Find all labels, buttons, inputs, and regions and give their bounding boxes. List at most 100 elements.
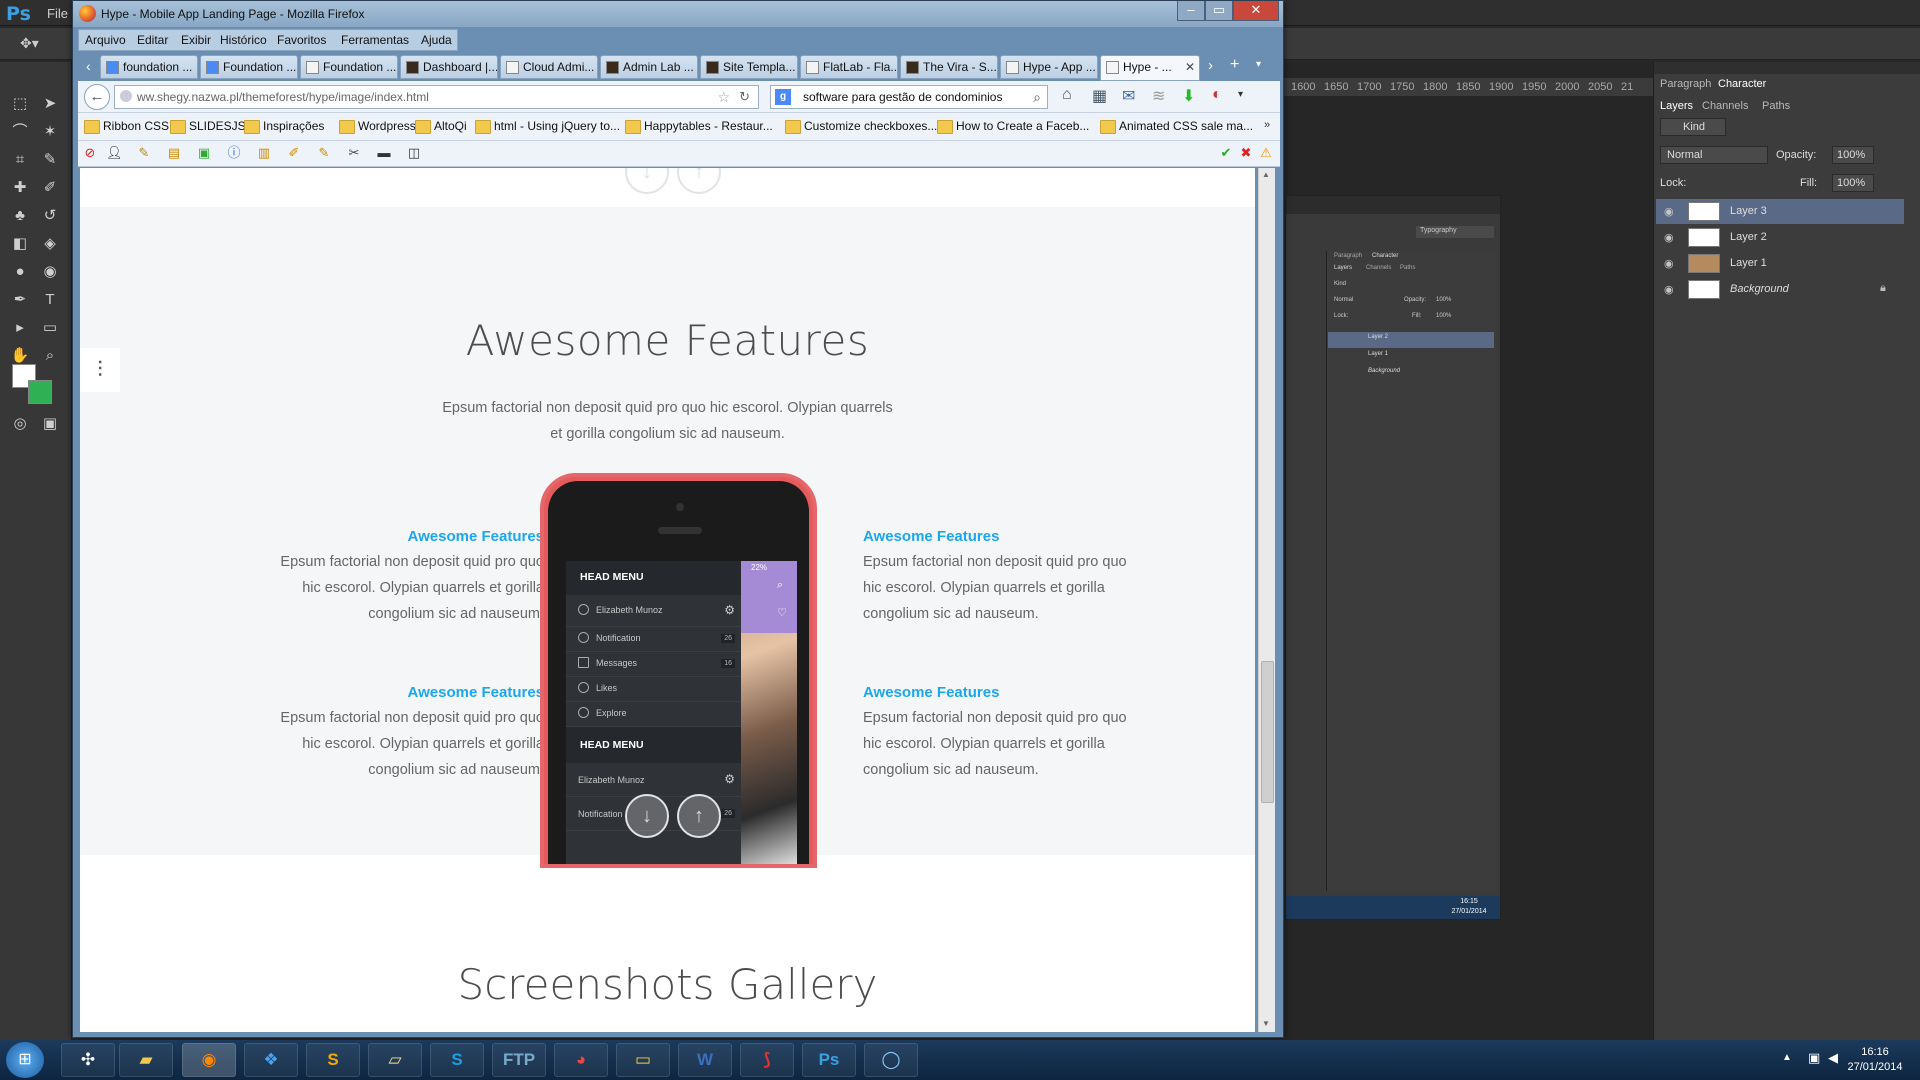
chrome-icon[interactable]: ◕ [554,1043,608,1077]
browser-tab[interactable]: FlatLab - Fla... [800,55,898,79]
browser-tab[interactable]: Dashboard |... [400,55,498,79]
fill-input[interactable]: 100% [1832,174,1874,192]
crop-tool-icon[interactable]: ⌗ [8,148,32,172]
notes-icon[interactable]: ▱ [368,1043,422,1077]
new-tab-icon[interactable]: + [1230,56,1239,74]
menu-arquivo[interactable]: Arquivo [85,33,126,47]
folder-icon[interactable]: ▭ [616,1043,670,1077]
resize-icon[interactable]: ✎ [316,145,332,161]
menu-historico[interactable]: Histórico [220,33,267,47]
type-tool-icon[interactable]: T [38,288,62,312]
back-arrow-icon[interactable]: ← [84,84,110,110]
tools-icon[interactable]: ✂ [346,145,362,161]
sublime-text-icon[interactable]: S [306,1043,360,1077]
addon-icon[interactable]: ◐ [1212,86,1222,104]
bookmark-item[interactable]: Customize checkboxes... [785,119,937,134]
download-icon[interactable]: ⬇ [1182,86,1195,106]
scrollbar-thumb[interactable] [1261,661,1274,803]
bookmark-item[interactable]: How to Create a Faceb... [937,119,1089,134]
volume-icon[interactable]: ◀ [1828,1050,1838,1066]
outline-icon[interactable]: ✐ [286,145,302,161]
dropbox-icon[interactable]: ❖ [244,1043,298,1077]
info-icon[interactable]: ⓘ [226,145,242,161]
start-button[interactable]: ⊞ [6,1042,44,1078]
minimize-button[interactable]: – [1177,1,1205,21]
ftp-client-icon[interactable]: FTP [492,1043,546,1077]
eye-icon[interactable]: ◉ [1664,257,1674,270]
bookmark-item[interactable]: AltoQi [415,119,467,134]
pen-tool-icon[interactable]: ✒ [8,288,32,312]
tabs-scroll-right-icon[interactable]: › [1208,57,1213,74]
bookmark-item[interactable]: html - Using jQuery to... [475,119,620,134]
scroll-up-button[interactable]: ↑ [677,168,721,194]
layer-row[interactable]: ◉ Background 🔒︎ [1656,277,1904,302]
move-tool-icon[interactable]: ✥▾ [20,35,39,52]
move-tool-icon[interactable]: ➤ [38,92,62,116]
image-icon[interactable]: ▣ [196,145,212,161]
tab-layers[interactable]: Layers [1660,100,1693,112]
browser-tab[interactable]: foundation ... [100,55,198,79]
acrobat-icon[interactable]: ⟆ [740,1043,794,1077]
eyedropper-icon[interactable]: ✎ [38,148,62,172]
menu-ferramentas[interactable]: Ferramentas [341,33,409,47]
url-input[interactable]: ww.shegy.nazwa.pl/themeforest/hype/image… [114,85,759,109]
eye-icon[interactable]: ◉ [1664,283,1674,296]
paint-bucket-icon[interactable]: ◈ [38,232,62,256]
view-source-icon[interactable]: ▬ [376,145,392,161]
close-button[interactable]: ✕ [1233,1,1279,21]
list-tabs-icon[interactable]: ▾ [1256,59,1261,70]
system-clock[interactable]: 16:16 27/01/2014 [1840,1045,1910,1075]
browser-tab[interactable]: Foundation ... [200,55,298,79]
grid-icon[interactable]: ▦ [1092,86,1107,106]
photoshop-taskbar-icon[interactable]: Ps [802,1043,856,1077]
scroll-up-button[interactable]: ↑ [677,794,721,838]
extension-icon[interactable]: ✉ [1122,86,1135,106]
ps-menu-file[interactable]: File [47,6,68,21]
home-icon[interactable]: ⌂ [1062,86,1072,104]
forms-icon[interactable]: ▤ [166,145,182,161]
zoom-tool-icon[interactable]: ⌕ [38,344,62,368]
taskbar-app-icon[interactable]: ✣ [61,1043,115,1077]
google-search-icon[interactable]: g [775,89,791,105]
shape-tool-icon[interactable]: ▭ [38,316,62,340]
search-icon[interactable]: ⌕ [1033,89,1041,106]
bookmark-item[interactable]: Inspirações [244,119,324,134]
bookmark-item[interactable]: Animated CSS sale ma... [1100,119,1253,134]
background-color-swatch[interactable] [28,380,52,404]
menu-exibir[interactable]: Exibir [181,33,211,47]
browser-tab[interactable]: Foundation ... [300,55,398,79]
tab-paragraph[interactable]: Paragraph [1660,78,1711,90]
blur-tool-icon[interactable]: ● [8,260,32,284]
bookmark-item[interactable]: SLIDESJS [170,119,246,134]
scroll-down-button[interactable]: ↓ [625,168,669,194]
bookmark-item[interactable]: Ribbon CSS [84,119,169,134]
brush-tool-icon[interactable]: ✐ [38,176,62,200]
maximize-button[interactable]: ▭ [1205,1,1233,21]
dodge-tool-icon[interactable]: ◉ [38,260,62,284]
eye-icon[interactable]: ◉ [1664,231,1674,244]
tab-channels[interactable]: Channels [1702,100,1748,112]
skype-icon[interactable]: S [430,1043,484,1077]
tab-character[interactable]: Character [1718,78,1766,90]
explorer-folder-icon[interactable]: ▰ [119,1043,173,1077]
tab-paths[interactable]: Paths [1762,100,1790,112]
layer-row[interactable]: ◉ Layer 3 [1656,199,1904,224]
path-select-icon[interactable]: ▸ [8,316,32,340]
search-input[interactable]: g software para gestão de condominios ⌕ [770,85,1048,109]
more-bookmarks-icon[interactable]: » [1264,119,1270,131]
lasso-tool-icon[interactable]: ⌒ [8,120,32,144]
scroll-down-button[interactable]: ↓ [625,794,669,838]
screen-mode-icon[interactable]: ▣ [38,412,62,436]
healing-brush-icon[interactable]: ✚ [8,176,32,200]
app-icon[interactable]: ◯ [864,1043,918,1077]
menu-chevron-down-icon[interactable]: ▾ [1238,89,1243,100]
browser-tab[interactable]: Cloud Admi... [500,55,598,79]
tabs-scroll-left-icon[interactable]: ‹ [86,58,91,74]
eye-icon[interactable]: ◉ [1664,205,1674,218]
history-brush-icon[interactable]: ↺ [38,204,62,228]
menu-editar[interactable]: Editar [137,33,168,47]
menu-favoritos[interactable]: Favoritos [277,33,326,47]
reload-icon[interactable]: ↻ [739,89,750,105]
browser-tab[interactable]: Admin Lab ... [600,55,698,79]
tray-arrow-icon[interactable]: ▲ [1782,1052,1792,1063]
